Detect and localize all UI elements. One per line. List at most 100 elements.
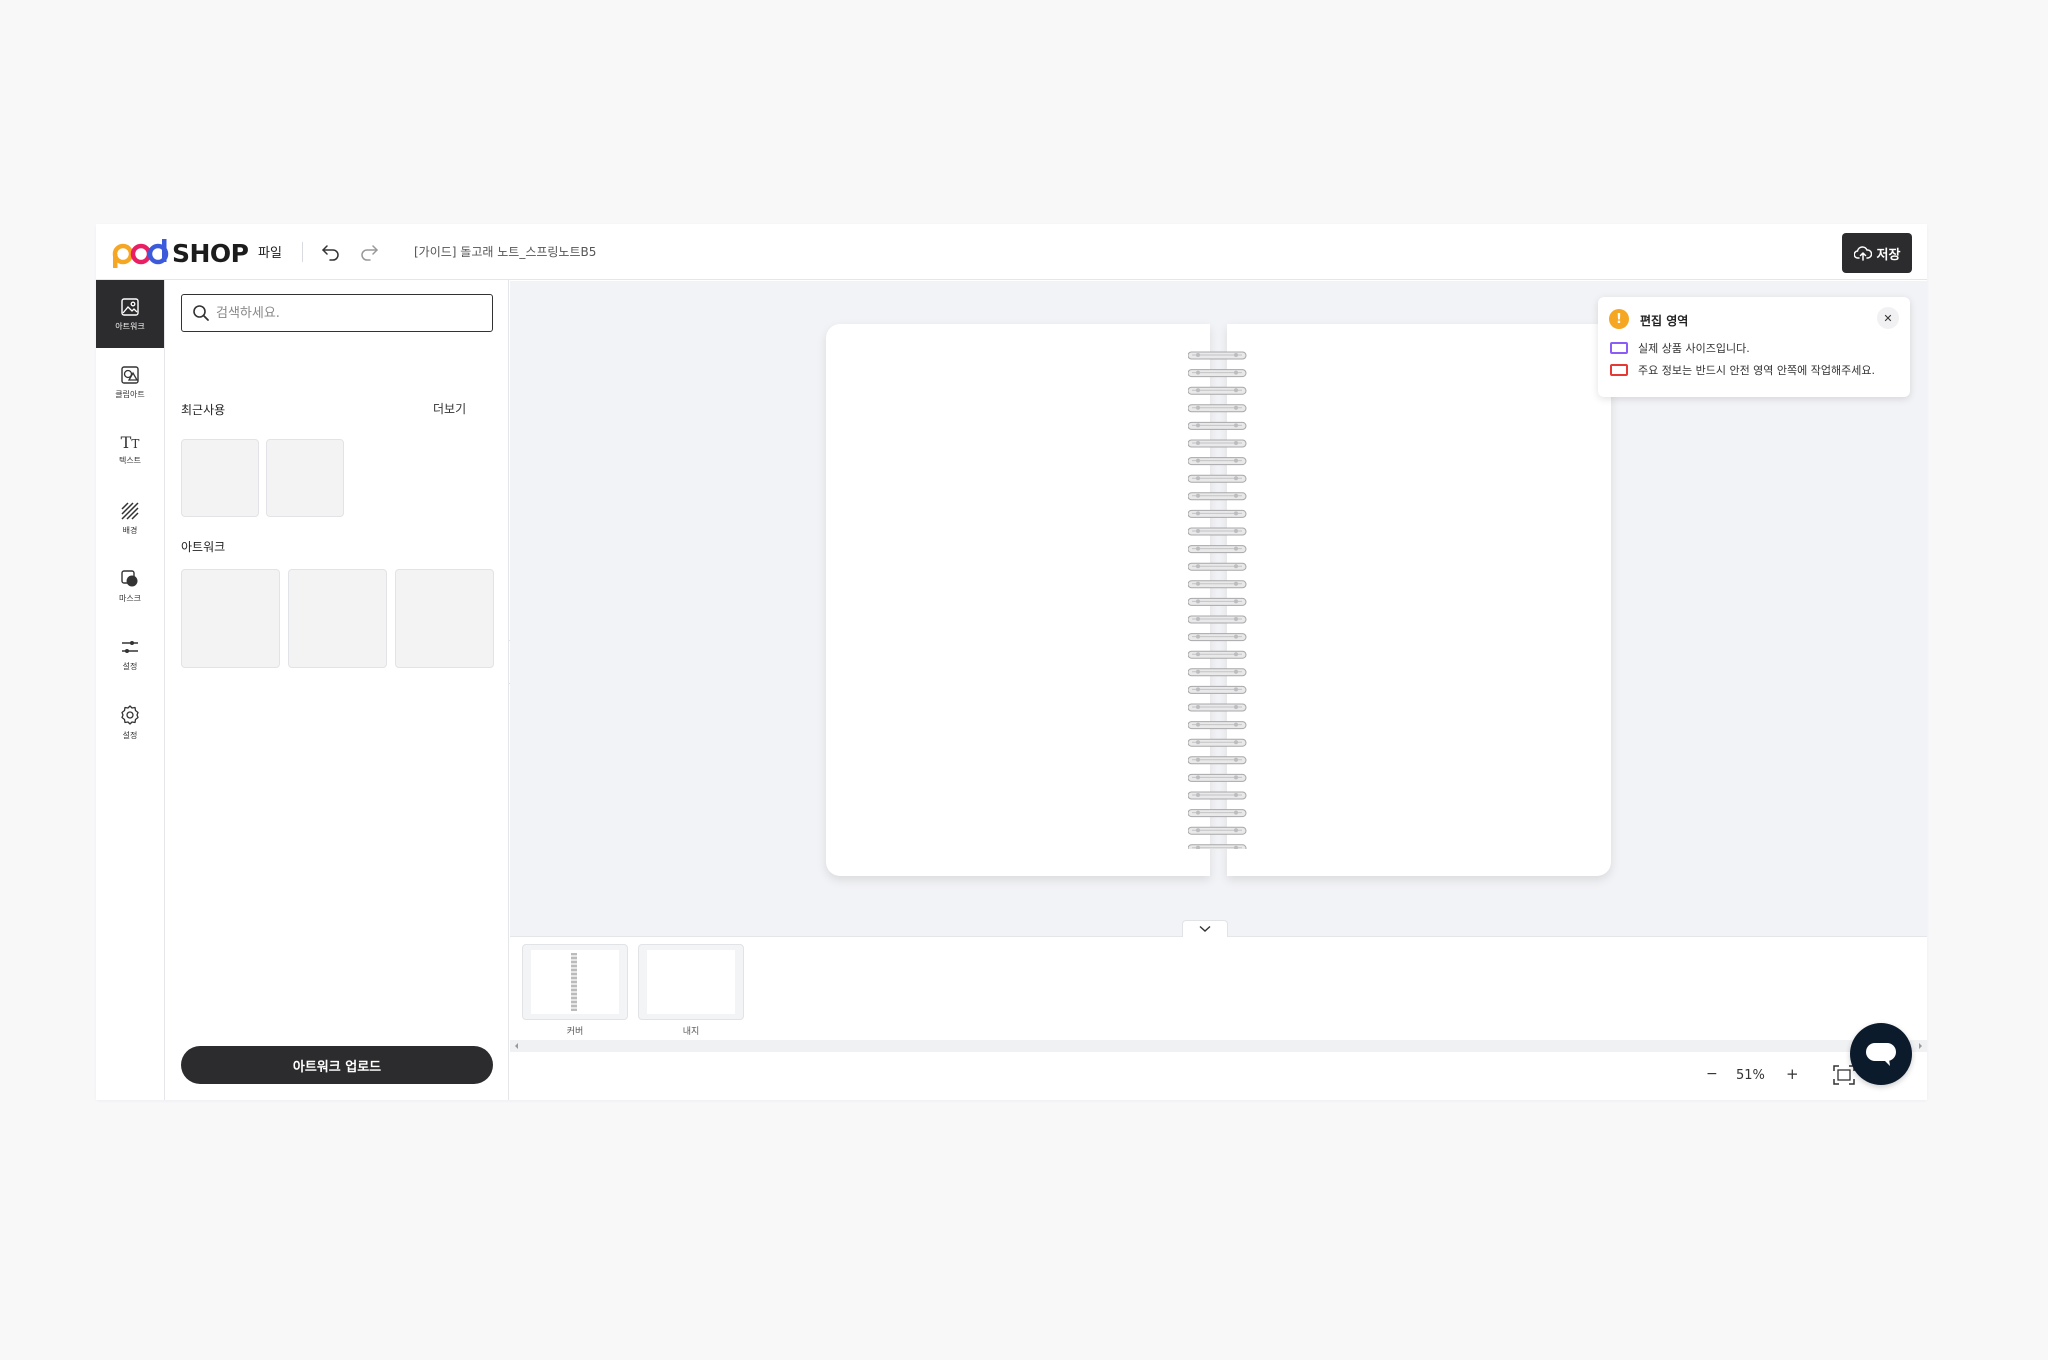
zoom-in-button[interactable]: + xyxy=(1786,1065,1799,1083)
edit-area-notice: ! 편집 영역 ✕ 실제 상품 사이즈입니다. 주요 정보는 반드시 안전 영역… xyxy=(1598,297,1910,397)
rail-label: 클립아트 xyxy=(115,389,145,399)
rail-label: 마스크 xyxy=(118,593,142,603)
spiral-ring xyxy=(1188,351,1247,360)
spiral-ring xyxy=(1188,545,1247,554)
spiral-ring xyxy=(1188,844,1247,849)
notice-row-product-size: 실제 상품 사이즈입니다. xyxy=(1610,340,1750,356)
mini-spiral xyxy=(571,953,577,1011)
notice-row-safe-area: 주요 정보는 반드시 안전 영역 안쪽에 작업해주세요. xyxy=(1610,362,1875,378)
page-label: 커버 xyxy=(566,1027,584,1037)
upload-artwork-button[interactable]: 아트워크 업로드 xyxy=(181,1046,493,1084)
spiral-ring xyxy=(1188,404,1247,413)
rail-item-text[interactable]: TT 텍스트 xyxy=(96,416,164,484)
pod-shop-logo[interactable]: SHOP xyxy=(112,236,249,270)
spiral-ring xyxy=(1188,597,1247,606)
search-box xyxy=(181,294,493,332)
spiral-ring xyxy=(1188,615,1247,624)
top-header: SHOP 파일 [가이드] 돌고래 노트_스프링노트B5 저장 xyxy=(96,224,1927,280)
purple-guide-swatch xyxy=(1610,342,1628,354)
spiral-ring xyxy=(1188,633,1247,642)
search-icon xyxy=(193,305,209,321)
chat-icon xyxy=(1866,1043,1896,1066)
rail-label: 설정 xyxy=(122,730,138,740)
spiral-ring xyxy=(1188,703,1247,712)
redo-button[interactable] xyxy=(358,240,380,262)
artwork-thumb[interactable] xyxy=(395,569,494,668)
expand-pages-button[interactable] xyxy=(1182,920,1228,937)
chevron-down-icon xyxy=(1199,925,1211,932)
more-link[interactable]: 더보기 xyxy=(433,400,466,417)
close-icon: ✕ xyxy=(1883,311,1893,325)
background-icon xyxy=(121,501,139,520)
undo-button[interactable] xyxy=(320,240,342,262)
chat-support-button[interactable] xyxy=(1850,1023,1912,1085)
zoom-bar: − 51% + xyxy=(510,1052,1927,1100)
spiral-ring xyxy=(1188,527,1247,536)
zoom-out-button[interactable]: − xyxy=(1706,1066,1718,1082)
red-guide-swatch xyxy=(1610,364,1628,376)
rail-label: 아트워크 xyxy=(115,321,145,331)
scroll-right-icon xyxy=(1919,1043,1922,1049)
artwork-panel: 최근사용 더보기 아트워크 아트워크 업로드 xyxy=(165,280,509,1100)
artwork-thumb[interactable] xyxy=(181,569,280,668)
save-label: 저장 xyxy=(1876,247,1901,263)
file-menu[interactable]: 파일 xyxy=(258,242,282,261)
mask-icon xyxy=(121,569,138,586)
text-icon: TT xyxy=(120,432,140,452)
zoom-level: 51% xyxy=(1736,1068,1765,1083)
spiral-ring xyxy=(1188,580,1247,589)
spiral-ring xyxy=(1188,650,1247,659)
recent-thumb[interactable] xyxy=(266,439,344,517)
undo-icon xyxy=(322,245,339,261)
recent-section-title: 최근사용 xyxy=(181,403,226,417)
save-button[interactable]: 저장 xyxy=(1842,233,1912,273)
page-thumb-inner[interactable] xyxy=(638,944,744,1020)
rail-item-clipart[interactable]: 클립아트 xyxy=(96,348,164,416)
cloud-upload-icon xyxy=(1853,246,1872,261)
notebook-right-page[interactable] xyxy=(1227,324,1611,876)
spiral-ring xyxy=(1188,826,1247,835)
clipart-icon xyxy=(121,365,139,384)
rail-item-mask[interactable]: 마스크 xyxy=(96,552,164,620)
spiral-ring xyxy=(1188,773,1247,782)
spiral-ring xyxy=(1188,509,1247,518)
pod-logo-icon xyxy=(112,239,169,268)
horizontal-scrollbar[interactable] xyxy=(510,1040,1927,1052)
spiral-ring xyxy=(1188,809,1247,818)
notice-row-text: 실제 상품 사이즈입니다. xyxy=(1638,342,1750,355)
artwork-thumb[interactable] xyxy=(288,569,387,668)
rail-label: 설정 xyxy=(122,661,138,671)
sliders-icon xyxy=(122,640,138,653)
artwork-section-title: 아트워크 xyxy=(181,540,226,554)
spiral-ring xyxy=(1188,492,1247,501)
rail-item-settings[interactable]: 설정 xyxy=(96,688,164,756)
redo-icon xyxy=(361,245,378,261)
spiral-ring xyxy=(1188,791,1247,800)
notice-title: 편집 영역 xyxy=(1640,314,1689,328)
notice-row-text: 주요 정보는 반드시 안전 영역 안쪽에 작업해주세요. xyxy=(1638,364,1875,377)
rail-label: 배경 xyxy=(122,525,138,535)
spiral-binding xyxy=(1188,351,1247,849)
spiral-ring xyxy=(1188,386,1247,395)
rail-item-background[interactable]: 배경 xyxy=(96,484,164,552)
spiral-ring xyxy=(1188,721,1247,730)
gear-icon xyxy=(121,704,139,725)
scroll-left-icon xyxy=(515,1043,518,1049)
rail-item-artwork[interactable]: 아트워크 xyxy=(96,280,164,348)
tool-rail: 아트워크 클립아트 TT 텍스트 배경 마스크 설정 설정 xyxy=(96,280,165,1100)
logo-text: SHOP xyxy=(172,238,249,268)
notebook-left-page[interactable] xyxy=(826,324,1210,876)
spiral-ring xyxy=(1188,421,1247,430)
document-title: [가이드] 돌고래 노트_스프링노트B5 xyxy=(414,245,597,259)
rail-label: 텍스트 xyxy=(118,455,142,465)
search-input[interactable] xyxy=(216,305,476,321)
spiral-ring xyxy=(1188,685,1247,694)
spiral-ring xyxy=(1188,439,1247,448)
close-button[interactable]: ✕ xyxy=(1877,307,1899,329)
rail-item-adjust[interactable]: 설정 xyxy=(96,620,164,688)
page-thumb-cover[interactable] xyxy=(522,944,628,1020)
spiral-ring xyxy=(1188,562,1247,571)
spiral-ring xyxy=(1188,369,1247,378)
header-divider xyxy=(302,242,303,262)
recent-thumb[interactable] xyxy=(181,439,259,517)
